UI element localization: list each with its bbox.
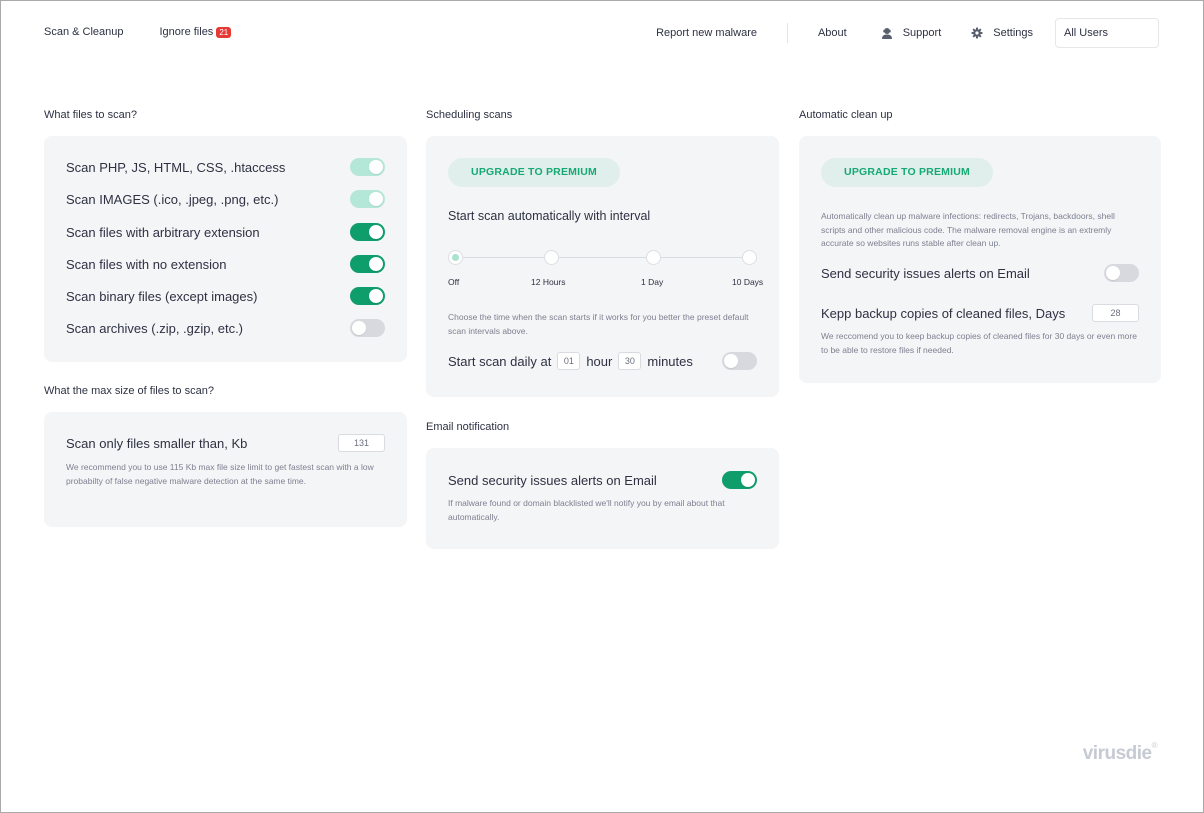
user-headset-icon [881,28,892,39]
cleanup-description: Automatically clean up malware infection… [821,211,1115,248]
toggle-knob [369,257,383,271]
interval-label-off: Off [448,277,460,287]
support-link[interactable]: Support [881,27,942,39]
primary-nav: Scan & Cleanup Ignore files 21 [44,26,267,38]
toggle-knob [369,225,383,239]
file-option-label: Scan PHP, JS, HTML, CSS, .htaccess [66,159,286,175]
file-option-row: Scan PHP, JS, HTML, CSS, .htaccess [66,158,385,176]
toggle-knob [369,192,383,206]
email-section-title: Email notification [426,421,510,433]
backup-days-input[interactable]: 28 [1092,304,1139,322]
email-alert-toggle[interactable] [722,471,757,489]
email-alert-row: Send security issues alerts on Email [448,471,757,489]
toggle-knob [741,473,755,487]
max-size-input[interactable]: 131 [338,434,385,452]
app-window: Scan & Cleanup Ignore files 21 Report ne… [0,0,1204,813]
file-option-label: Scan binary files (except images) [66,288,258,304]
toggle-knob [369,160,383,174]
scheduling-upgrade-button[interactable]: UPGRADE TO PREMIUM [448,158,620,187]
settings-link[interactable]: Settings [971,27,1033,39]
daily-hour-label: hour [586,353,613,369]
daily-minute-label: minutes [647,353,693,369]
scheduling-card: UPGRADE TO PREMIUM Start scan automatica… [426,136,779,397]
daily-scan-toggle[interactable] [722,352,757,370]
secondary-nav: Report new malware About Support Setting… [656,18,1159,48]
interval-slider[interactable]: Off 12 Hours 1 Day 10 Days [448,250,763,290]
toggle-knob [369,289,383,303]
daily-scan-controls: Start scan daily at 01 hour 30 minutes [448,352,693,370]
file-option-label: Scan files with no extension [66,256,227,272]
daily-minute-input[interactable]: 30 [618,352,642,370]
slider-track [456,257,750,258]
cleanup-email-row: Send security issues alerts on Email [821,264,1139,282]
file-option-toggle-archives[interactable] [350,319,385,337]
logo-reg-mark: ® [1151,741,1158,750]
toggle-knob [352,321,366,335]
file-option-row: Scan files with no extension [66,255,385,273]
interval-heading: Start scan automatically with interval [448,209,651,223]
toggle-knob [1106,266,1120,280]
interval-stop-1-day[interactable] [646,250,661,265]
size-row: Scan only files smaller than, Kb 131 [66,434,385,452]
backup-help-text: We reccomend you to keep backup copies o… [821,331,1137,355]
daily-scan-prefix: Start scan daily at [448,353,552,369]
file-option-label: Scan files with arbitrary extension [66,224,260,240]
interval-label-12-hours: 12 Hours [531,277,566,287]
user-select[interactable]: All Users [1055,18,1159,48]
backup-row: Kepp backup copies of cleaned files, Day… [821,304,1139,322]
file-option-label: Scan IMAGES (.ico, .jpeg, .png, etc.) [66,191,279,207]
nav-ignore-files-label: Ignore files [159,26,214,38]
interval-label-10-days: 10 Days [732,277,764,287]
size-card: Scan only files smaller than, Kb 131 We … [44,412,407,527]
support-label: Support [902,27,942,39]
file-option-toggle-php[interactable] [350,158,385,176]
email-help-text: If malware found or domain blacklisted w… [448,498,725,522]
email-card: Send security issues alerts on Email If … [426,448,779,549]
nav-scan-cleanup[interactable]: Scan & Cleanup [44,26,124,38]
file-option-toggle-arbitrary[interactable] [350,223,385,241]
file-option-row: Scan IMAGES (.ico, .jpeg, .png, etc.) [66,190,385,208]
size-help-text: We recommend you to use 115 Kb max file … [66,462,374,486]
size-label: Scan only files smaller than, Kb [66,435,248,451]
report-malware-link[interactable]: Report new malware [656,27,757,39]
settings-label: Settings [993,27,1033,39]
about-link[interactable]: About [818,27,847,39]
file-option-toggle-images[interactable] [350,190,385,208]
files-section-title: What files to scan? [44,109,137,121]
cleanup-upgrade-button[interactable]: UPGRADE TO PREMIUM [821,158,993,187]
scheduling-help-text: Choose the time when the scan starts if … [448,312,749,336]
backup-label: Kepp backup copies of cleaned files, Day… [821,305,1066,321]
file-option-toggle-no-extension[interactable] [350,255,385,273]
file-option-row: Scan files with arbitrary extension [66,223,385,241]
interval-stop-off[interactable] [448,250,463,265]
files-card: Scan PHP, JS, HTML, CSS, .htaccess Scan … [44,136,407,362]
toggle-knob [724,354,738,368]
cleanup-card: UPGRADE TO PREMIUM Automatically clean u… [799,136,1161,383]
daily-scan-row: Start scan daily at 01 hour 30 minutes [448,352,757,370]
file-option-toggle-binary[interactable] [350,287,385,305]
file-option-row: Scan archives (.zip, .gzip, etc.) [66,319,385,337]
scheduling-section-title: Scheduling scans [426,109,513,121]
interval-label-1-day: 1 Day [641,277,664,287]
logo-text: virusdie [1082,743,1152,764]
ignore-files-count-badge: 21 [216,26,232,38]
interval-stop-12-hours[interactable] [544,250,559,265]
daily-hour-input[interactable]: 01 [557,352,581,370]
cleanup-section-title: Automatic clean up [799,109,893,121]
nav-ignore-files[interactable]: Ignore files 21 [160,26,232,38]
nav-divider [786,23,788,43]
file-option-row: Scan binary files (except images) [66,287,385,305]
interval-stop-10-days[interactable] [742,250,757,265]
cleanup-email-label: Send security issues alerts on Email [821,265,1030,281]
email-alert-label: Send security issues alerts on Email [448,472,657,488]
gear-icon [971,27,983,39]
virusdie-logo: virusdie® [1082,741,1158,765]
file-option-label: Scan archives (.zip, .gzip, etc.) [66,320,244,336]
cleanup-email-toggle[interactable] [1104,264,1139,282]
size-section-title: What the max size of files to scan? [44,385,214,397]
